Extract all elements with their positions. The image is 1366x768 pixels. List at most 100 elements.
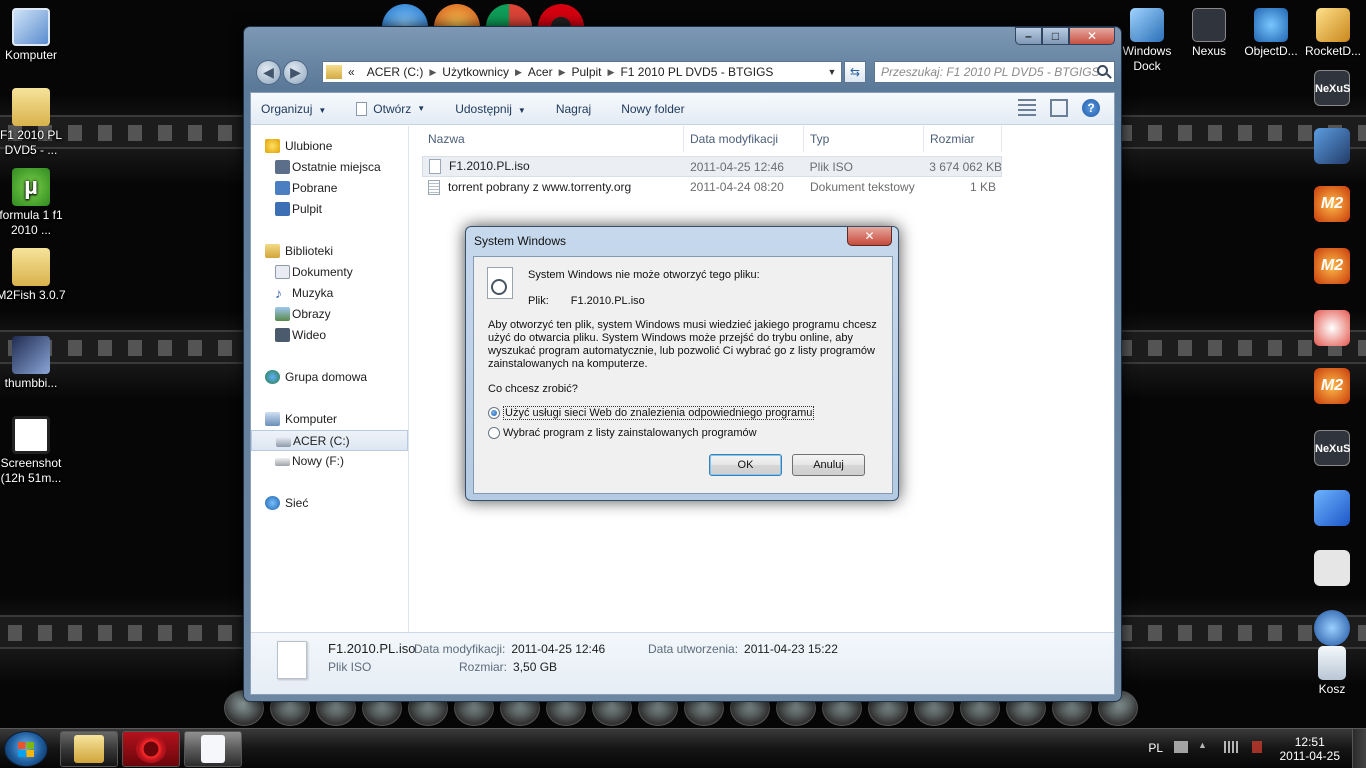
start-button[interactable] (4, 731, 48, 767)
side-camera-icon[interactable] (1314, 128, 1350, 164)
desktop-icon-utorrent[interactable]: µ formula 1 f1 2010 ... (0, 168, 66, 238)
column-type[interactable]: Typ (804, 126, 924, 152)
nav-homegroup[interactable]: Grupa domowa (251, 367, 408, 388)
libraries-icon (265, 244, 280, 258)
change-view-icon[interactable] (1018, 99, 1036, 117)
nav-network[interactable]: Sieć (251, 493, 408, 514)
nav-drive-f[interactable]: Nowy (F:) (251, 451, 408, 472)
nav-documents[interactable]: Dokumenty (251, 262, 408, 283)
column-size[interactable]: Rozmiar (924, 126, 1002, 152)
new-folder-button[interactable]: Nowy folder (621, 102, 684, 116)
forward-button[interactable]: ▶ (283, 60, 308, 85)
chevron-right-icon[interactable]: ▶ (515, 67, 522, 78)
dialog-question: Co chcesz zrobić? (488, 383, 578, 395)
back-button[interactable]: ◀ (256, 60, 281, 85)
radio-unselected[interactable] (488, 427, 500, 439)
open-button[interactable]: Otwórz ▼ (356, 101, 425, 116)
desktop-icon-m2fish[interactable]: M2Fish 3.0.7 (0, 248, 66, 303)
side-counter-strike-icon[interactable] (1314, 550, 1350, 586)
side-m2-icon[interactable]: M2 (1314, 248, 1350, 284)
taskbar-document-button[interactable] (184, 731, 242, 767)
desktop-icon-computer[interactable]: Komputer (0, 8, 66, 63)
side-arrow-icon[interactable] (1314, 490, 1350, 526)
column-name[interactable]: Nazwa (422, 126, 684, 152)
cancel-button[interactable]: Anuluj (792, 454, 865, 476)
side-flask-icon[interactable] (1314, 310, 1350, 346)
show-hidden-icons-icon[interactable]: ▲ (1198, 740, 1212, 752)
nav-videos[interactable]: Wideo (251, 325, 408, 346)
opera-icon (136, 735, 166, 763)
nav-drive-c[interactable]: ACER (C:) (251, 430, 408, 451)
nav-downloads[interactable]: Pobrane (251, 178, 408, 199)
side-m2-icon[interactable]: M2 (1314, 368, 1350, 404)
desktop-icon-screenshot[interactable]: Screenshot (12h 51m... (0, 416, 66, 486)
breadcrumb-current-folder[interactable]: F1 2010 PL DVD5 - BTGIGS (614, 65, 779, 79)
burn-button[interactable]: Nagraj (556, 102, 591, 116)
taskbar-explorer-button[interactable] (60, 731, 118, 767)
taskbar: PL ▲ 12:51 2011-04-25 (0, 728, 1366, 768)
window-controls: – □ ✕ (1015, 27, 1115, 45)
breadcrumb-users[interactable]: Użytkownicy (436, 65, 515, 79)
desktop-icon-rocketdock[interactable]: RocketD... (1302, 8, 1364, 59)
dialog-close-button[interactable]: ✕ (847, 227, 892, 246)
search-input[interactable]: Przeszukaj: F1 2010 PL DVD5 - BTGIGS (874, 61, 1115, 83)
document-icon (201, 735, 225, 763)
option-web-service[interactable]: Użyć usługi sieci Web do znalezienia odp… (488, 406, 815, 420)
close-button[interactable]: ✕ (1069, 27, 1115, 45)
nav-libraries[interactable]: Biblioteki (251, 241, 408, 262)
usb-drive-icon (275, 458, 290, 466)
preview-pane-icon[interactable] (1050, 99, 1068, 117)
option-installed-list[interactable]: Wybrać program z listy zainstalowanych p… (488, 427, 757, 439)
screenshot-icon (12, 416, 50, 454)
chevron-right-icon[interactable]: ▶ (559, 67, 566, 78)
language-indicator[interactable]: PL (1148, 741, 1163, 755)
refresh-button[interactable]: ⇆ (844, 61, 866, 83)
help-icon[interactable]: ? (1082, 99, 1100, 117)
organize-button[interactable]: Organizuj ▼ (261, 102, 326, 116)
details-file-name: F1.2010.PL.iso (328, 641, 416, 656)
network-signal-icon[interactable] (1224, 741, 1238, 753)
chevron-right-icon[interactable]: ▶ (608, 67, 615, 78)
nav-desktop[interactable]: Pulpit (251, 199, 408, 220)
nav-favorites[interactable]: Ulubione (251, 136, 408, 157)
breadcrumb-overflow[interactable]: « (342, 65, 361, 79)
recent-places-icon (275, 160, 290, 174)
folder-icon (12, 88, 50, 126)
desktop-icon-windows-dock[interactable]: Windows Dock (1116, 8, 1178, 74)
side-m2-icon[interactable]: M2 (1314, 186, 1350, 222)
keyboard-icon[interactable] (1174, 741, 1188, 753)
taskbar-opera-button[interactable] (122, 731, 180, 767)
image-icon (12, 336, 50, 374)
share-button[interactable]: Udostępnij ▼ (455, 102, 526, 116)
clock[interactable]: 12:51 2011-04-25 (1280, 735, 1341, 763)
table-row[interactable]: torrent pobrany z www.torrenty.org 2011-… (422, 177, 1002, 198)
desktop-icon-recycle-bin[interactable]: Kosz (1301, 646, 1363, 697)
desktop-icon-nexus[interactable]: Nexus (1178, 8, 1240, 59)
show-desktop-button[interactable] (1352, 729, 1366, 768)
view-controls: ? (1018, 99, 1100, 117)
radio-selected[interactable] (488, 407, 500, 419)
nav-computer[interactable]: Komputer (251, 409, 408, 430)
table-row[interactable]: F1.2010.PL.iso 2011-04-25 12:46 Plik ISO… (422, 156, 1002, 177)
maximize-button[interactable]: □ (1042, 27, 1069, 45)
desktop-icon-f1-folder[interactable]: F1 2010 PL DVD5 - ... (0, 88, 66, 158)
side-settings-icon[interactable] (1314, 610, 1350, 646)
breadcrumb-drive[interactable]: ACER (C:) (361, 65, 430, 79)
rocketdock-icon (1316, 8, 1350, 42)
chevron-down-icon[interactable]: ▼ (823, 67, 841, 77)
ok-button[interactable]: OK (709, 454, 782, 476)
nav-music[interactable]: ♪ Muzyka (251, 283, 408, 304)
chevron-right-icon[interactable]: ▶ (429, 67, 436, 78)
side-nexus-icon[interactable]: NeXuS (1314, 70, 1350, 106)
desktop-icon-objectdock[interactable]: ObjectD... (1240, 8, 1302, 59)
nav-pictures[interactable]: Obrazy (251, 304, 408, 325)
volume-icon[interactable] (1252, 741, 1262, 753)
side-nexus-icon[interactable]: NeXuS (1314, 430, 1350, 466)
nav-recent-places[interactable]: Ostatnie miejsca (251, 157, 408, 178)
column-modified[interactable]: Data modyfikacji (684, 126, 804, 152)
minimize-button[interactable]: – (1015, 27, 1042, 45)
breadcrumb-desktop[interactable]: Pulpit (566, 65, 608, 79)
desktop-icon-thumbnail[interactable]: thumbbi... (0, 336, 66, 391)
breadcrumb-acer[interactable]: Acer (522, 65, 559, 79)
address-bar[interactable]: « ACER (C:) ▶ Użytkownicy ▶ Acer ▶ Pulpi… (322, 61, 842, 83)
